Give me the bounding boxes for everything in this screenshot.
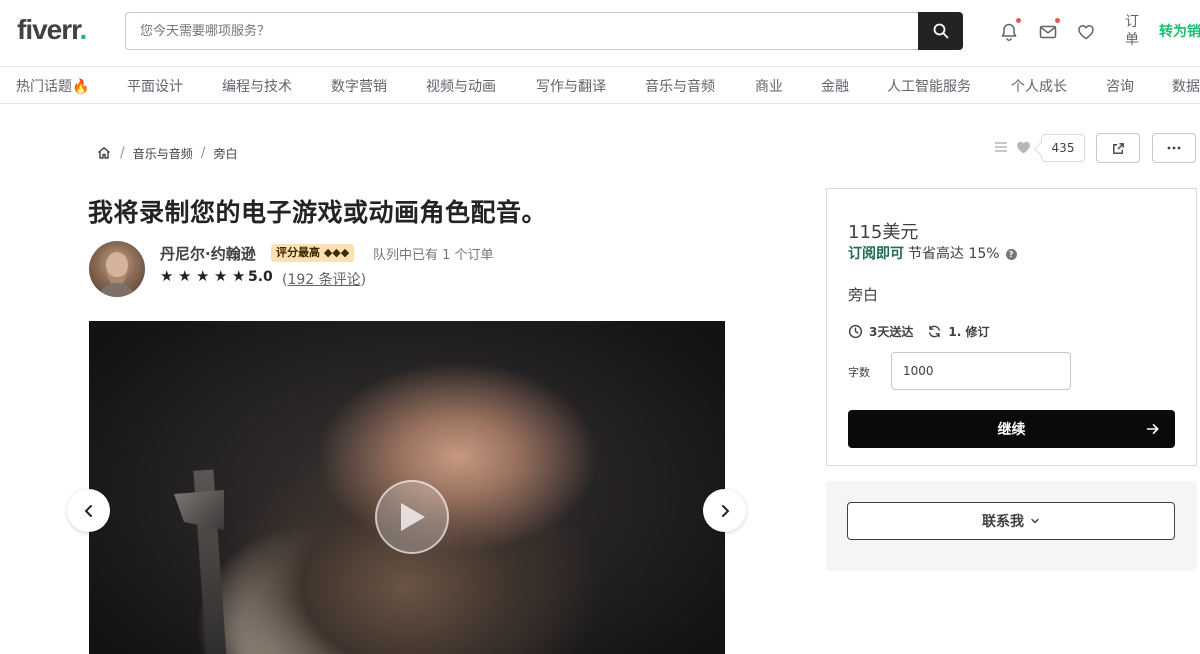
- continue-button[interactable]: 继续: [848, 410, 1175, 448]
- category-item[interactable]: 编程与技术: [222, 76, 292, 96]
- continue-label: 继续: [997, 422, 1026, 438]
- bell-icon: [1001, 23, 1017, 41]
- word-count-input[interactable]: [891, 352, 1071, 390]
- subscribe-link[interactable]: 订阅即可: [848, 246, 904, 262]
- package-price: 115美元: [848, 222, 919, 243]
- more-icon: [1167, 146, 1181, 150]
- switch-to-selling-link[interactable]: 转为销: [1159, 21, 1200, 41]
- arrow-right-icon: [1146, 424, 1159, 434]
- package-name: 旁白: [848, 286, 879, 304]
- delivery-time: 3天送达: [848, 323, 913, 340]
- category-item[interactable]: 数据: [1172, 76, 1200, 96]
- logo-dot: .: [79, 14, 88, 45]
- refresh-icon: [929, 325, 941, 338]
- star-icon: ★: [232, 267, 246, 285]
- gig-title: 我将录制您的电子游戏或动画角色配音。: [88, 198, 548, 227]
- delivery-text: 3天送达: [869, 325, 914, 339]
- gallery-prev-button[interactable]: [67, 489, 110, 532]
- category-item[interactable]: 视频与动画: [426, 76, 496, 96]
- play-icon: [401, 503, 425, 531]
- star-icon: ★: [196, 267, 210, 285]
- star-rating: ★ ★ ★ ★ ★: [160, 269, 247, 284]
- category-item[interactable]: 热门话题🔥: [16, 76, 89, 96]
- orders-link[interactable]: 订单: [1123, 13, 1141, 49]
- breadcrumb: / 音乐与音频 / 旁白: [96, 144, 237, 162]
- top-header: fiverr. 订单 转为销: [0, 0, 1200, 66]
- more-button[interactable]: [1152, 133, 1196, 163]
- review-count-link[interactable]: 192 条评论: [287, 272, 360, 288]
- help-icon[interactable]: ?: [1005, 249, 1017, 260]
- category-item[interactable]: 平面设计: [127, 76, 183, 96]
- favorites-button[interactable]: [1075, 21, 1097, 43]
- package-meta: 3天送达 1. 修订: [848, 323, 1003, 340]
- star-icon: ★: [160, 267, 174, 285]
- contact-label: 联系我: [982, 514, 1024, 530]
- envelope-icon: [1039, 25, 1057, 39]
- search-bar: [125, 12, 963, 50]
- revisions-text: 1. 修订: [948, 325, 990, 339]
- star-icon: ★: [214, 267, 228, 285]
- notifications-button[interactable]: [998, 18, 1021, 43]
- search-input[interactable]: [126, 13, 918, 49]
- save-text: 节省高达 15%: [908, 246, 1000, 262]
- category-item[interactable]: 音乐与音频: [645, 76, 715, 96]
- category-item[interactable]: 写作与翻译: [536, 76, 606, 96]
- share-button[interactable]: [1096, 133, 1140, 163]
- category-item[interactable]: 咨询: [1106, 76, 1134, 96]
- avatar-image: [99, 252, 135, 297]
- share-icon: [1112, 142, 1124, 154]
- category-item[interactable]: 金融: [821, 76, 849, 96]
- message-dot: [1055, 18, 1060, 23]
- seller-avatar[interactable]: [89, 241, 145, 297]
- fiverr-logo[interactable]: fiverr.: [17, 14, 88, 46]
- contact-me-button[interactable]: 联系我: [847, 502, 1175, 540]
- top-rated-badge: 评分最高 ◆◆◆: [271, 244, 355, 262]
- chevron-left-icon: [84, 504, 92, 517]
- category-item[interactable]: 商业: [755, 76, 783, 96]
- orders-in-queue: 队列中已有 1 个订单: [373, 248, 494, 263]
- play-button[interactable]: [375, 480, 449, 554]
- breadcrumb-separator: /: [200, 145, 206, 161]
- notification-dot: [1016, 18, 1021, 23]
- chevron-right-icon: [721, 504, 729, 517]
- word-count-label: 字数: [848, 366, 870, 379]
- category-item[interactable]: 数字营销: [331, 76, 387, 96]
- revisions: 1. 修订: [927, 323, 989, 340]
- category-nav: 热门话题🔥 平面设计 编程与技术 数字营销 视频与动画 写作与翻译 音乐与音频 …: [0, 66, 1200, 104]
- review-count: (192 条评论): [282, 269, 366, 289]
- review-paren-close: ): [360, 272, 367, 288]
- breadcrumb-item[interactable]: 旁白: [213, 145, 237, 162]
- contact-section: 联系我: [826, 481, 1197, 571]
- category-item[interactable]: 个人成长: [1011, 76, 1067, 96]
- messages-button[interactable]: [1037, 18, 1060, 43]
- breadcrumb-separator: /: [120, 145, 125, 161]
- package-card: 115美元 订阅即可节省高达 15%? 旁白 3天送达 1. 修订 字数 继续: [826, 188, 1197, 466]
- heart-icon: [1078, 25, 1094, 40]
- category-item[interactable]: 人工智能服务: [887, 76, 971, 96]
- seller-name[interactable]: 丹尼尔·约翰逊: [160, 243, 256, 264]
- home-icon[interactable]: [96, 145, 112, 161]
- star-icon: ★: [178, 267, 192, 285]
- breadcrumb-item[interactable]: 音乐与音频: [133, 145, 193, 162]
- chevron-down-icon: [1031, 518, 1039, 524]
- gallery-next-button[interactable]: [703, 489, 746, 532]
- heart-icon[interactable]: [1015, 139, 1032, 156]
- logo-text: fiverr: [17, 14, 80, 45]
- clock-icon: [848, 324, 863, 339]
- subscription-offer: 订阅即可 节省高达 15%?: [848, 243, 1017, 263]
- like-count: 435: [1041, 134, 1085, 162]
- list-icon[interactable]: [993, 139, 1009, 155]
- search-button[interactable]: [918, 12, 963, 50]
- search-icon: [933, 23, 948, 39]
- rating-score: 5.0: [248, 269, 273, 285]
